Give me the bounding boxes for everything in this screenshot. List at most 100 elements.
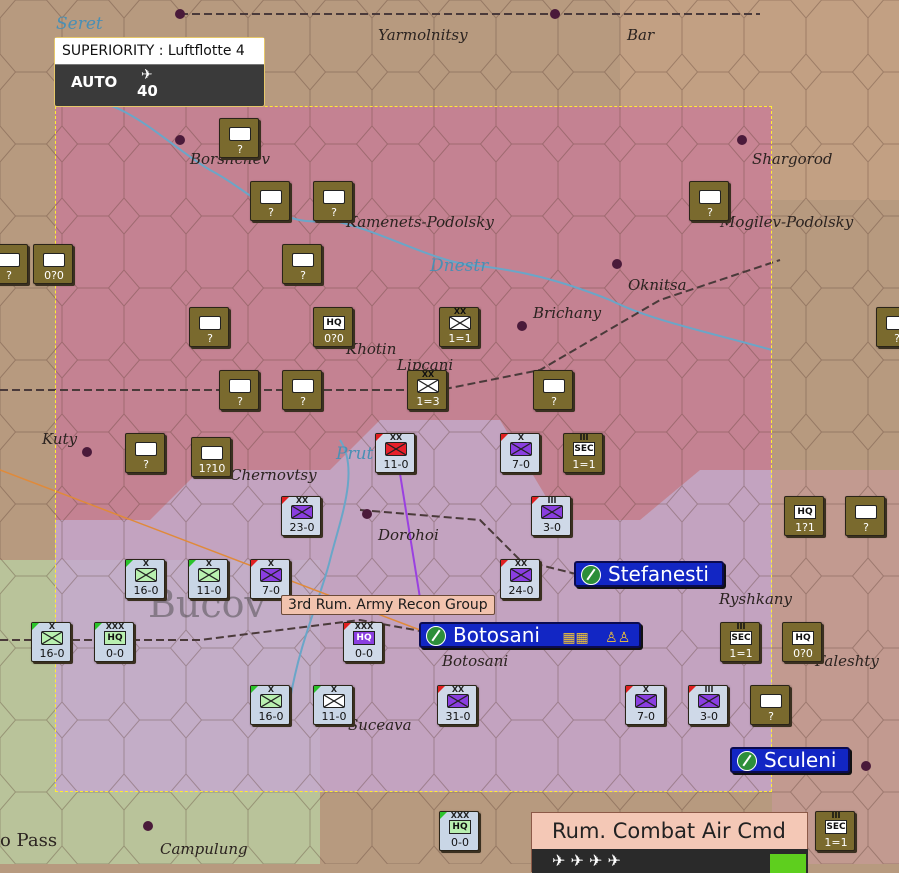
unit-strength: ? [6,269,12,282]
unit-counter[interactable]: XXX HQ 0-0 [343,622,383,662]
unit-symbol [291,505,313,519]
hq-symbol: HQ [353,631,375,645]
unit-counter[interactable]: X 16-0 [250,685,290,725]
unit-symbol [541,505,563,519]
superiority-value: 40 [137,82,158,100]
unit-strength: ? [268,206,274,219]
unit-counter[interactable]: ? [689,181,729,221]
security-symbol: SEC [825,820,847,834]
unit-counter[interactable]: HQ 0?0 [782,622,822,662]
unit-size: III [736,622,746,631]
location-tag-stefanesti[interactable]: Stefanesti [574,561,724,587]
unit-counter[interactable]: XX 23-0 [281,496,321,536]
unit-counter[interactable]: XX 1=3 [407,370,447,410]
air-command-panel[interactable]: Rum. Combat Air Cmd ✈ ✈ ✈ ✈ [531,812,808,873]
unit-size: X [642,685,650,694]
tag-label: Stefanesti [608,562,709,586]
unit-counter[interactable]: III 3-0 [531,496,571,536]
unit-strength: 23-0 [289,521,315,534]
unit-counter[interactable]: X 7-0 [625,685,665,725]
unit-strength: ? [768,710,774,723]
air-command-title: Rum. Combat Air Cmd [552,819,786,843]
unit-counter[interactable]: XX 24-0 [500,559,540,599]
unit-counter[interactable]: III 3-0 [688,685,728,725]
unit-symbol [201,446,223,460]
unit-counter[interactable]: ? [219,370,259,410]
unit-counter[interactable]: X 7-0 [500,433,540,473]
unit-counter[interactable]: XX 11-0 [375,433,415,473]
unit-strength: 11-0 [321,710,347,723]
unit-strength: 16-0 [133,584,159,597]
unit-size: III [831,811,841,820]
unit-size: XXX [354,622,374,631]
unit-counter[interactable]: III SEC 1=1 [815,811,855,851]
unit-counter[interactable]: X 16-0 [125,559,165,599]
unit-counter[interactable]: ? [282,370,322,410]
unit-counter[interactable]: 0?0 [33,244,73,284]
unit-strength: 1?10 [198,462,226,475]
unit-symbol [510,568,532,582]
unit-strength: 1=3 [416,395,440,408]
river-dnestr: Dnestr [430,256,489,276]
unit-symbol [385,442,407,456]
unit-strength: 11-0 [383,458,409,471]
hq-symbol: HQ [323,316,345,330]
unit-strength: 1=1 [729,647,753,660]
town-kuty: Kuty [42,430,78,448]
air-base-icon [581,565,601,585]
unit-symbol [543,379,565,393]
town-brichany: Brichany [533,304,602,322]
unit-strength: 0?0 [44,269,64,282]
unit-counter[interactable]: ? [250,181,290,221]
tag-label: Botosani [453,623,540,647]
unit-size: III [579,433,589,442]
unit-counter[interactable]: HQ 1?1 [784,496,824,536]
unit-counter[interactable]: ? [313,181,353,221]
superiority-panel[interactable]: SUPERIORITY : Luftflotte 4 AUTO ✈ 40 [54,37,265,107]
unit-size: XXX [105,622,125,631]
unit-counter[interactable]: ? [125,433,165,473]
security-symbol: SEC [573,442,595,456]
unit-size: XX [421,370,435,379]
unit-counter[interactable]: ? [0,244,28,284]
unit-counter[interactable]: ? [876,307,899,347]
location-tag-botosani[interactable]: Botosani ▦▦ ♙♙ [419,622,641,648]
unit-counter[interactable]: ? [282,244,322,284]
unit-counter[interactable]: XX 31-0 [437,685,477,725]
unit-counter[interactable]: X 16-0 [31,622,71,662]
unit-size: XXX [450,811,470,820]
unit-counter[interactable]: X 7-0 [250,559,290,599]
air-command-bar: ✈ ✈ ✈ ✈ [532,849,808,873]
unit-counter[interactable]: ? [845,496,885,536]
location-tag-sculeni[interactable]: Sculeni [730,747,850,773]
unit-strength: ? [237,143,243,156]
unit-counter[interactable]: HQ 0?0 [313,307,353,347]
unit-strength: 1=1 [572,458,596,471]
unit-counter[interactable]: III SEC 1=1 [563,433,603,473]
unit-counter[interactable]: ? [189,307,229,347]
unit-counter[interactable]: XXX HQ 0-0 [94,622,134,662]
unit-symbol [198,568,220,582]
town-shargorod: Shargorod [752,150,833,168]
unit-strength: ? [707,206,713,219]
unit-strength: 0-0 [106,647,124,660]
superiority-mode[interactable]: AUTO [71,73,117,91]
unit-counter[interactable]: X 11-0 [313,685,353,725]
unit-symbol [199,316,221,330]
hex-map[interactable] [0,0,899,864]
unit-symbol [447,694,469,708]
unit-counter[interactable]: ? [219,118,259,158]
unit-counter[interactable]: 1?10 [191,437,231,477]
unit-strength: 24-0 [508,584,534,597]
unit-symbol [292,379,314,393]
unit-tooltip: 3rd Rum. Army Recon Group [281,595,495,615]
unit-counter[interactable]: XXX HQ 0-0 [439,811,479,851]
unit-counter[interactable]: ? [533,370,573,410]
unit-symbol [229,379,251,393]
unit-counter[interactable]: X 11-0 [188,559,228,599]
unit-counter[interactable]: XX 1=1 [439,307,479,347]
unit-size: XX [389,433,403,442]
unit-strength: 3-0 [700,710,718,723]
unit-counter[interactable]: ? [750,685,790,725]
unit-counter[interactable]: III SEC 1=1 [720,622,760,662]
